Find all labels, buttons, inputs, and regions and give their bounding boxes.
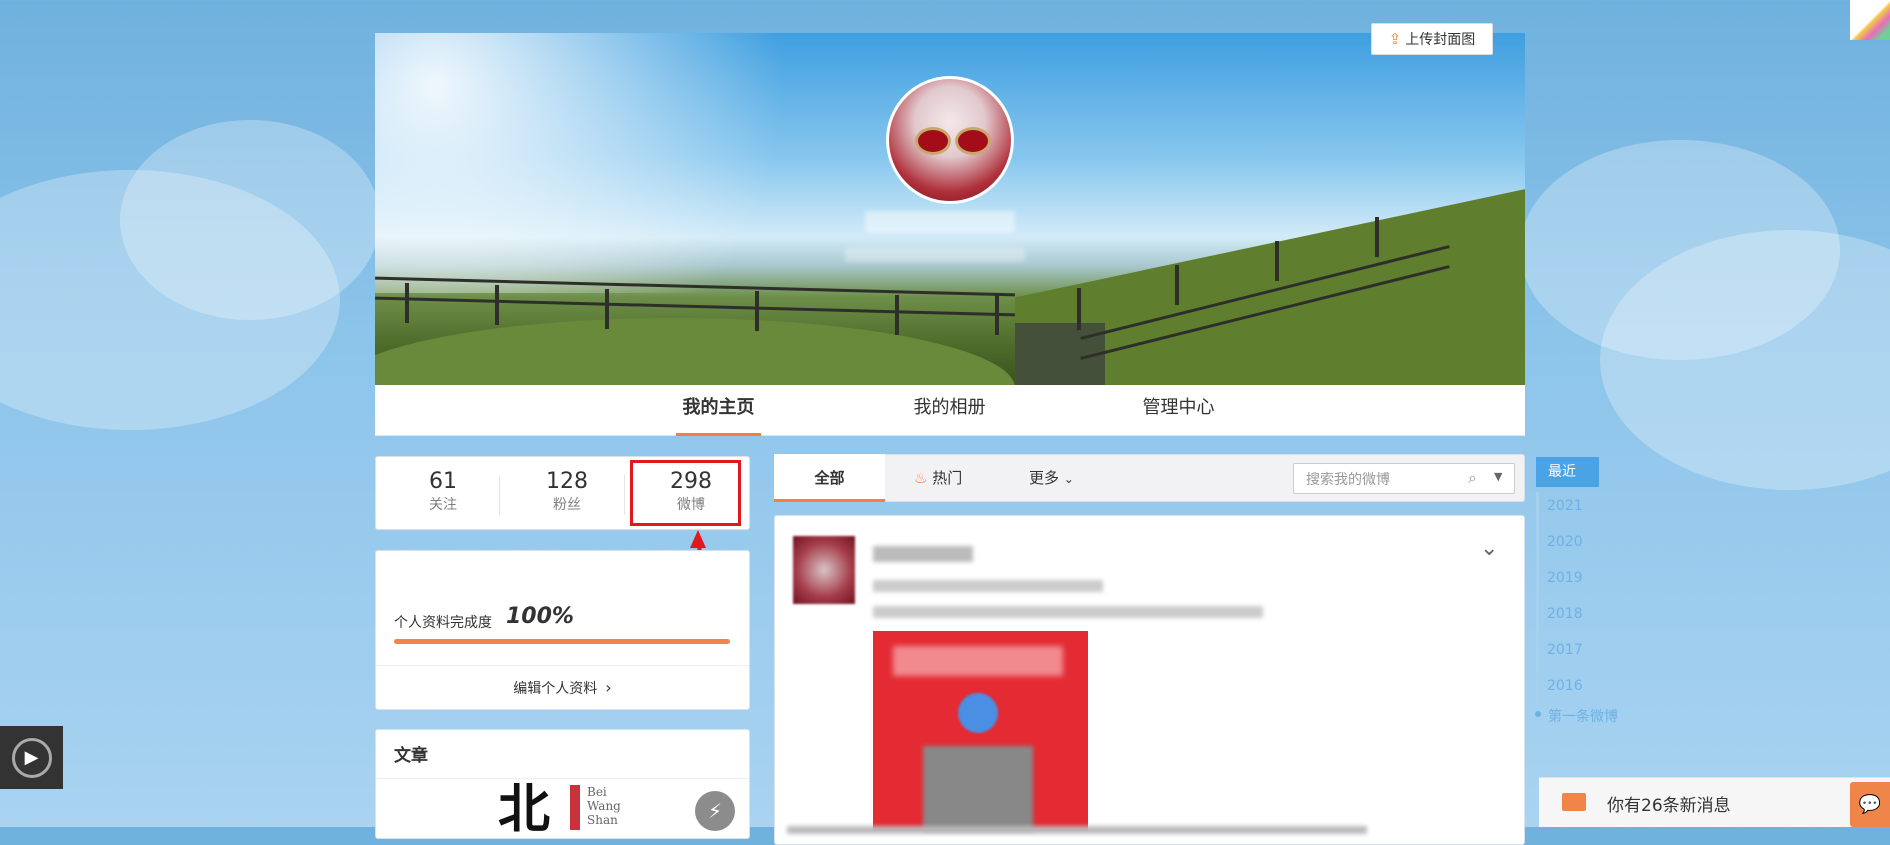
upload-cover-label: 上传封面图 bbox=[1405, 32, 1476, 48]
stat-following[interactable]: 61 关注 bbox=[398, 469, 488, 515]
completeness-value: 100% bbox=[506, 604, 574, 629]
search-icon[interactable]: ⌕ bbox=[1468, 468, 1477, 488]
post-card: ⌄ bbox=[774, 515, 1525, 845]
seal-mark bbox=[570, 785, 580, 830]
tab-my-album[interactable]: 我的相册 bbox=[907, 385, 992, 436]
tab-management-center[interactable]: 管理中心 bbox=[1136, 385, 1221, 436]
article-logo[interactable]: 北 bbox=[498, 780, 550, 840]
timeline-year[interactable]: 2019 bbox=[1547, 570, 1583, 586]
completeness-bar-fill bbox=[394, 639, 730, 644]
edit-profile-label: 编辑个人资料 bbox=[513, 680, 598, 697]
background-cloud bbox=[120, 120, 380, 320]
timeline-dot bbox=[1535, 711, 1541, 717]
message-text[interactable]: 你有26条新消息 bbox=[1607, 791, 1731, 816]
profile-nav: 我的主页 我的相册 管理中心 bbox=[375, 385, 1525, 436]
chevron-right-icon: › bbox=[605, 678, 612, 697]
lightning-icon[interactable]: ⚡ bbox=[695, 791, 735, 831]
post-image[interactable] bbox=[873, 631, 1088, 831]
following-count: 61 bbox=[429, 469, 457, 494]
flame-icon: ♨ bbox=[914, 469, 928, 487]
post-author-blurred bbox=[873, 546, 973, 562]
tab-all[interactable]: 全部 bbox=[774, 454, 885, 502]
chat-icon[interactable]: 💬 bbox=[1850, 782, 1890, 827]
upload-icon: ⇪ bbox=[1388, 30, 1402, 48]
stat-followers[interactable]: 128 粉丝 bbox=[522, 469, 612, 515]
timeline-year[interactable]: 2020 bbox=[1547, 534, 1583, 550]
timeline-year[interactable]: 2018 bbox=[1547, 606, 1583, 622]
followers-label: 粉丝 bbox=[553, 497, 581, 513]
upload-cover-button[interactable]: ⇪ 上传封面图 bbox=[1371, 23, 1493, 55]
post-meta-blurred bbox=[873, 580, 1103, 592]
chevron-down-icon: ⌄ bbox=[1063, 472, 1074, 486]
timeline-year[interactable]: 2017 bbox=[1547, 642, 1583, 658]
post-avatar[interactable] bbox=[793, 536, 855, 604]
corner-decoration bbox=[1850, 0, 1890, 40]
envelope-icon bbox=[1562, 793, 1586, 811]
article-title: 文章 bbox=[394, 746, 428, 766]
highlight-box bbox=[630, 460, 741, 526]
search-input[interactable] bbox=[1304, 464, 1458, 495]
chevron-down-icon[interactable]: ⌄ bbox=[1480, 536, 1498, 561]
play-button[interactable]: ▶ bbox=[0, 726, 63, 789]
article-logo-caption: Bei Wang Shan bbox=[587, 785, 621, 827]
timeline-first-post[interactable]: 第一条微博 bbox=[1548, 706, 1618, 726]
dropdown-caret-icon[interactable]: ▼ bbox=[1494, 470, 1502, 483]
completeness-label: 个人资料完成度 bbox=[394, 615, 492, 631]
following-label: 关注 bbox=[429, 497, 457, 513]
tab-hot[interactable]: ♨ 热门 bbox=[914, 454, 962, 502]
avatar[interactable] bbox=[886, 76, 1014, 204]
followers-count: 128 bbox=[546, 469, 588, 494]
timeline-year[interactable]: 2016 bbox=[1547, 678, 1583, 694]
timeline-year[interactable]: 2021 bbox=[1547, 498, 1583, 514]
edit-profile-button[interactable]: 编辑个人资料 › bbox=[376, 665, 749, 709]
tab-more-label: 更多 bbox=[1029, 469, 1060, 487]
divider bbox=[376, 778, 749, 779]
post-text-blurred bbox=[873, 606, 1263, 618]
search-box: ⌕ ▼ bbox=[1293, 463, 1515, 495]
timeline-recent[interactable]: 最近 bbox=[1536, 457, 1599, 487]
tab-my-home[interactable]: 我的主页 bbox=[676, 385, 761, 436]
play-icon: ▶ bbox=[11, 737, 52, 778]
post-footer-blurred bbox=[787, 826, 1367, 834]
tab-more[interactable]: 更多 ⌄ bbox=[1029, 454, 1074, 502]
timeline-track bbox=[1536, 492, 1539, 706]
tab-hot-label: 热门 bbox=[932, 469, 963, 487]
article-card bbox=[375, 729, 750, 839]
